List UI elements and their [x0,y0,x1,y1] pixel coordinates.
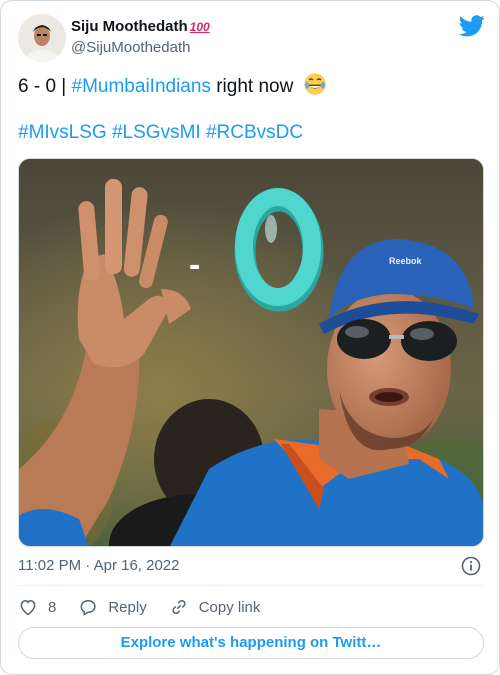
tweet-score: 6 - 0 | [18,76,72,97]
hashtag-link[interactable]: #RCBvsDC [206,122,303,143]
link-icon [172,599,186,615]
hashtag-link[interactable]: #LSGvsMI [112,122,201,143]
cap-logo: Reebok [389,256,423,266]
laughing-tears-icon [303,73,326,95]
author-handle[interactable]: @SijuMoothedath [71,38,190,58]
tweet-text: 6 - 0 | #MumbaiIndians right now [18,72,327,100]
hashtag-link[interactable]: #MIvsLSG [18,122,107,143]
overlay-dash: - [189,246,200,284]
reply-button[interactable]: Reply [78,597,147,617]
tweet-timestamp[interactable]: 11:02 PM · Apr 16, 2022 [18,556,180,576]
hashtag-link[interactable]: #MumbaiIndians [72,76,211,97]
hashtag-row: #MIvsLSG #LSGvsMI #RCBvsDC [18,120,303,146]
copy-link-button[interactable]: Copy link [169,597,261,617]
author-name-text: Siju Moothedath [71,18,188,35]
tweet-image[interactable]: Reebok - [18,158,484,547]
like-count: 8 [48,598,57,616]
reply-label: Reply [108,598,147,616]
divider [18,585,484,586]
explore-button[interactable]: Explore what's happening on Twitt… [18,627,484,659]
info-icon[interactable] [461,556,481,576]
author-name[interactable]: Siju Moothedath 100 [71,17,210,37]
twitter-bird-icon[interactable] [459,15,485,37]
like-button[interactable]: 8 [18,597,56,617]
tweet-card: Siju Moothedath 100 @SijuMoothedath 6 - 0… [0,0,500,675]
copy-link-label: Copy link [198,598,261,616]
tweet-suffix: right now [210,76,294,97]
reply-icon [80,600,96,616]
heart-icon [20,599,36,616]
action-bar: 8 Reply Copy link [18,595,282,619]
avatar[interactable] [18,14,66,62]
hundred-points-icon: 100 [189,20,210,34]
